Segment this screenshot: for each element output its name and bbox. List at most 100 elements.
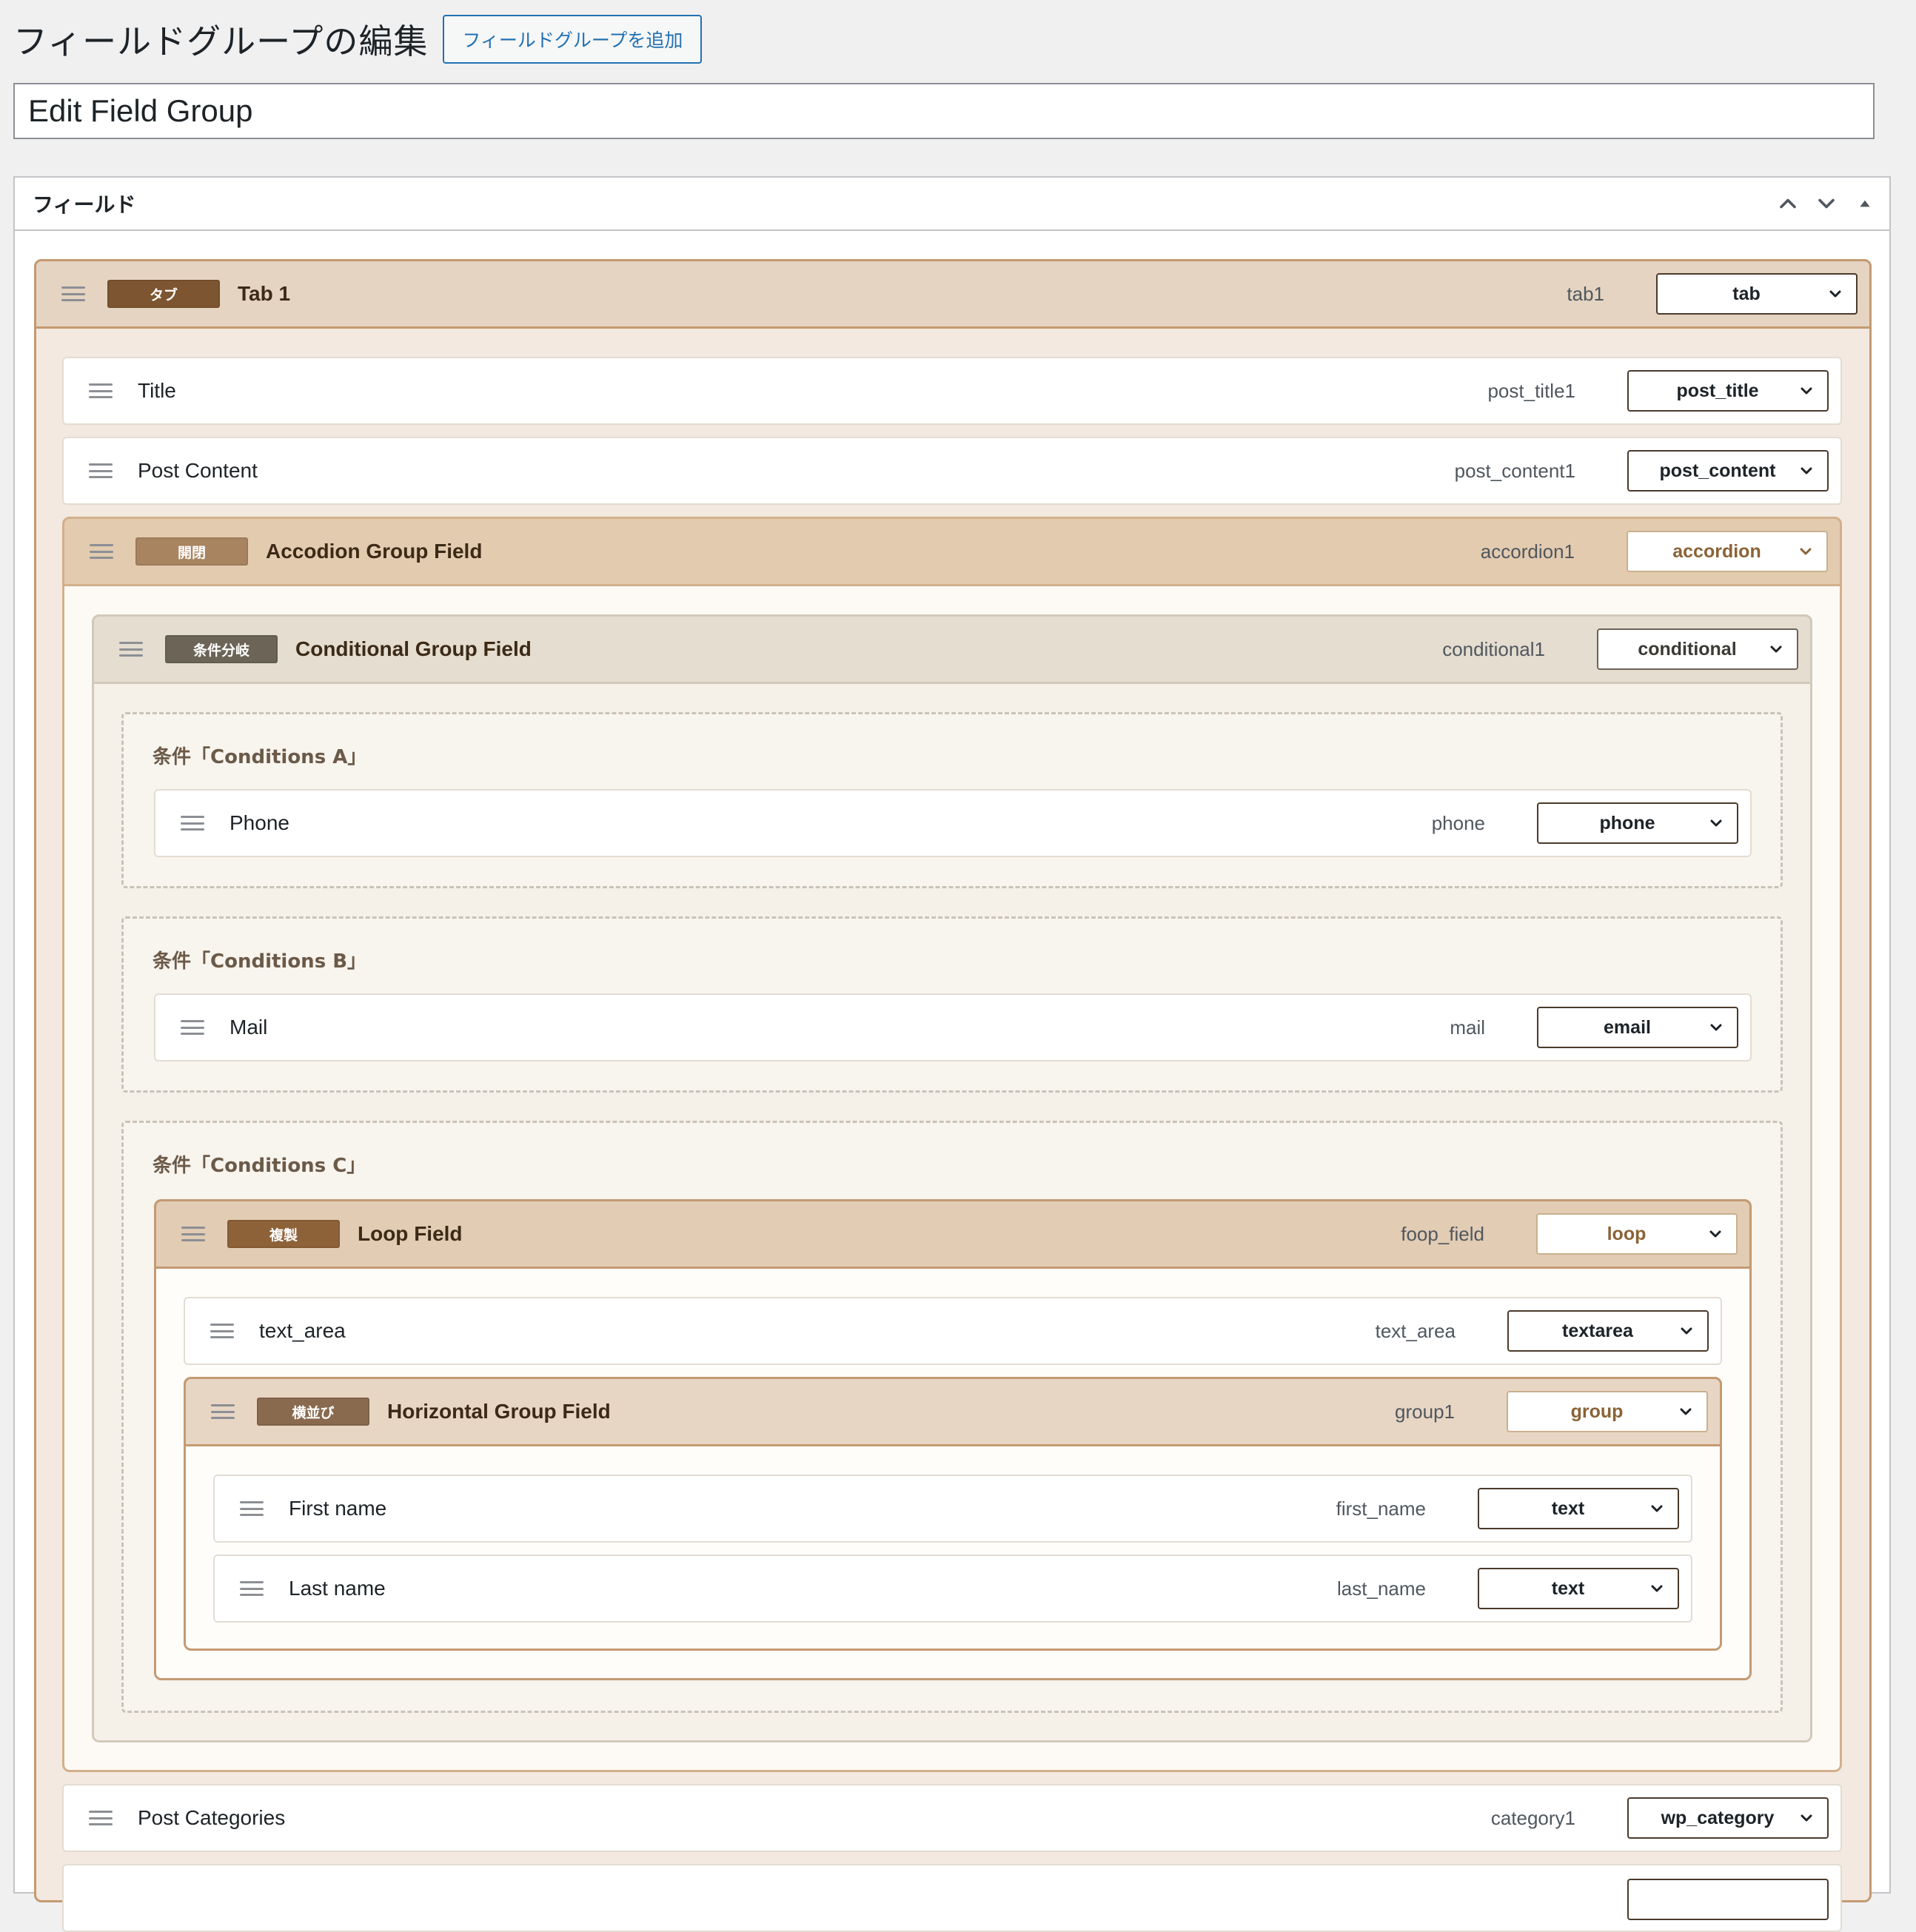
- mail-field-row[interactable]: Mail mail email: [154, 993, 1752, 1061]
- field-label: Conditional Group Field: [295, 637, 532, 660]
- field-type-value: conditional: [1638, 638, 1737, 660]
- condition-b-label: 条件「Conditions B」: [153, 950, 367, 973]
- field-slug: post_title1: [1487, 379, 1575, 402]
- field-type-select[interactable]: wp_category: [1627, 1797, 1829, 1839]
- drag-handle-icon[interactable]: [90, 544, 113, 559]
- field-type-select[interactable]: accordion: [1627, 531, 1828, 572]
- first-name-field-row[interactable]: First name first_name text: [213, 1475, 1692, 1543]
- field-type-select[interactable]: text: [1478, 1568, 1679, 1609]
- page-title: フィールドグループの編集: [13, 21, 429, 61]
- drag-handle-icon[interactable]: [119, 642, 143, 657]
- title-field-row[interactable]: Title post_title1 post_title: [62, 357, 1842, 425]
- field-type-select[interactable]: conditional: [1597, 628, 1798, 670]
- field-slug: phone: [1431, 811, 1485, 834]
- field-type-select[interactable]: tab: [1656, 273, 1858, 315]
- field-type-select[interactable]: email: [1537, 1007, 1738, 1048]
- field-type-select[interactable]: loop: [1536, 1213, 1738, 1255]
- field-type-value: textarea: [1562, 1320, 1633, 1341]
- field-type-value: post_title: [1676, 380, 1759, 401]
- text-area-field-row[interactable]: text_area text_area textarea: [184, 1297, 1722, 1365]
- add-field-group-button[interactable]: フィールドグループを追加: [443, 15, 703, 64]
- drag-handle-icon[interactable]: [61, 286, 85, 301]
- chevron-down-icon: [1651, 1505, 1663, 1512]
- field-slug: group1: [1395, 1400, 1455, 1423]
- triangle-up-icon: [1860, 200, 1870, 207]
- field-slug: first_name: [1336, 1497, 1426, 1520]
- tab-field-row[interactable]: タブ Tab 1 tab1 tab: [34, 259, 1872, 329]
- field-label: Horizontal Group Field: [387, 1400, 611, 1423]
- field-type-value: email: [1604, 1016, 1651, 1038]
- drag-handle-icon[interactable]: [89, 463, 113, 478]
- field-group-title-input[interactable]: Edit Field Group: [13, 83, 1875, 139]
- field-slug: tab1: [1567, 282, 1604, 305]
- field-slug: last_name: [1337, 1577, 1426, 1600]
- phone-field-row[interactable]: Phone phone phone: [154, 789, 1752, 857]
- chevron-down-icon: [1709, 1230, 1721, 1238]
- loop-field-row[interactable]: 複製 Loop Field foop_field loop: [154, 1199, 1752, 1269]
- field-label: Phone: [230, 811, 289, 834]
- field-label: Post Content: [138, 459, 258, 482]
- drag-handle-icon[interactable]: [181, 1020, 204, 1035]
- drag-handle-icon[interactable]: [89, 1811, 113, 1825]
- field-type-value: phone: [1599, 812, 1655, 833]
- toggle-panel-button[interactable]: [1851, 189, 1879, 218]
- field-type-value: post_content: [1659, 460, 1776, 481]
- field-type-select[interactable]: textarea: [1507, 1310, 1709, 1352]
- drag-handle-icon[interactable]: [210, 1324, 234, 1338]
- chevron-down-icon: [1710, 1024, 1722, 1031]
- chevron-down-icon: [1818, 198, 1835, 209]
- post-categories-field-row[interactable]: Post Categories category1 wp_category: [62, 1784, 1842, 1852]
- field-slug: conditional1: [1442, 637, 1545, 660]
- field-type-select[interactable]: post_title: [1627, 370, 1829, 412]
- postbox-controls: [1774, 189, 1879, 218]
- next-field-row-partial[interactable]: [62, 1864, 1842, 1932]
- move-down-button[interactable]: [1812, 189, 1840, 218]
- field-label: text_area: [259, 1319, 346, 1342]
- chevron-down-icon: [1829, 290, 1841, 298]
- field-label: Tab 1: [238, 282, 291, 305]
- field-label: Loop Field: [358, 1222, 463, 1245]
- chevron-down-icon: [1651, 1585, 1663, 1592]
- field-type-value: text: [1551, 1577, 1585, 1599]
- condition-a-label: 条件「Conditions A」: [153, 746, 367, 768]
- field-type-value: wp_category: [1661, 1807, 1775, 1828]
- page-header: フィールドグループの編集 フィールドグループを追加: [13, 13, 703, 65]
- condition-c-label: 条件「Conditions C」: [153, 1155, 366, 1177]
- last-name-field-row[interactable]: Last name last_name text: [213, 1554, 1692, 1623]
- move-up-button[interactable]: [1774, 189, 1802, 218]
- post-content-field-row[interactable]: Post Content post_content1 post_content: [62, 437, 1842, 505]
- field-slug: accordion1: [1480, 540, 1575, 563]
- field-type-value: accordion: [1672, 540, 1761, 562]
- drag-handle-icon[interactable]: [181, 816, 204, 831]
- field-slug: mail: [1450, 1016, 1485, 1039]
- chevron-down-icon: [1681, 1327, 1692, 1335]
- badge-conditional: 条件分岐: [165, 635, 278, 663]
- field-type-value: text: [1551, 1497, 1585, 1519]
- field-type-select[interactable]: [1627, 1879, 1829, 1920]
- field-type-select[interactable]: post_content: [1627, 450, 1829, 492]
- conditional-field-row[interactable]: 条件分岐 Conditional Group Field conditional…: [92, 614, 1812, 684]
- chevron-down-icon: [1710, 819, 1722, 827]
- drag-handle-icon[interactable]: [181, 1227, 205, 1241]
- postbox-header: フィールド: [15, 178, 1889, 231]
- chevron-down-icon: [1800, 548, 1812, 555]
- accordion-field-row[interactable]: 開閉 Accodion Group Field accordion1 accor…: [62, 517, 1842, 586]
- field-type-select[interactable]: phone: [1537, 802, 1738, 844]
- drag-handle-icon[interactable]: [240, 1581, 264, 1596]
- drag-handle-icon[interactable]: [240, 1501, 264, 1516]
- badge-accordion: 開閉: [135, 537, 248, 566]
- field-label: Title: [138, 379, 176, 402]
- field-label: Last name: [289, 1577, 386, 1600]
- badge-tab: タブ: [107, 280, 220, 308]
- badge-horizontal: 横並び: [257, 1398, 369, 1426]
- field-type-value: group: [1570, 1401, 1624, 1422]
- horizontal-group-field-row[interactable]: 横並び Horizontal Group Field group1 group: [184, 1377, 1722, 1446]
- badge-loop: 複製: [227, 1220, 340, 1248]
- field-type-select[interactable]: group: [1507, 1391, 1708, 1432]
- field-label: First name: [289, 1497, 387, 1520]
- field-type-select[interactable]: text: [1478, 1488, 1679, 1529]
- postbox-title: フィールド: [33, 192, 136, 217]
- drag-handle-icon[interactable]: [211, 1404, 235, 1419]
- field-slug: post_content1: [1454, 459, 1575, 482]
- drag-handle-icon[interactable]: [89, 383, 113, 398]
